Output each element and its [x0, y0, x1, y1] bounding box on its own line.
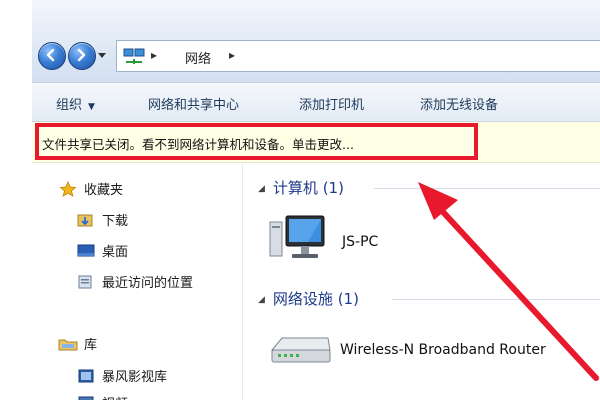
breadcrumb-network[interactable]: 网络 [185, 48, 211, 67]
explorer-window: ▸ 网络 ▸ 组织 ▼ 网络和共享中心 添加打印机 添加无线设备 文件共享已关闭。… [32, 0, 600, 400]
videos-folder-icon [78, 396, 94, 400]
device-item-computer[interactable]: JS-PC [268, 212, 378, 272]
sidebar-item-favorites[interactable]: 收藏夹 [58, 179, 123, 198]
star-icon [59, 181, 77, 197]
recent-places-icon [78, 275, 92, 289]
downloads-folder-icon [77, 214, 93, 227]
library-folder-icon [58, 339, 78, 351]
network-icon [123, 48, 145, 64]
sidebar-item-label: 桌面 [102, 245, 129, 260]
arrow-left-icon [46, 48, 55, 62]
command-toolbar: 组织 ▼ 网络和共享中心 添加打印机 添加无线设备 [32, 83, 600, 122]
forward-button[interactable] [68, 42, 96, 70]
sidebar-item-label: 收藏夹 [84, 183, 124, 198]
group-header-label: 计算机 (1) [272, 179, 344, 197]
group-header-label: 网络设施 (1) [272, 290, 359, 308]
video-library-icon [78, 369, 94, 383]
sidebar-item-libraries[interactable]: 库 [58, 334, 97, 353]
title-bar: ▸ 网络 ▸ [32, 0, 600, 83]
collapse-triangle-icon[interactable]: ◢ [258, 295, 265, 305]
breadcrumb-separator-icon[interactable]: ▸ [229, 48, 235, 62]
network-center-button[interactable]: 网络和共享中心 [148, 94, 239, 113]
sidebar-item-desktop[interactable]: 桌面 [76, 241, 128, 260]
sidebar-item-label: 下载 [102, 214, 129, 229]
device-label: JS-PC [342, 234, 379, 250]
collapse-triangle-icon[interactable]: ◢ [258, 184, 265, 194]
sidebar-item-label: 库 [84, 338, 98, 353]
group-divider [374, 188, 600, 189]
history-dropdown-icon[interactable] [98, 51, 106, 59]
navigation-pane: 收藏夹 下载 桌面 最近访问的位置 库 暴风影视库 [32, 163, 243, 400]
organize-menu[interactable]: 组织 ▼ [56, 94, 95, 113]
sidebar-item-recent-places[interactable]: 最近访问的位置 [76, 272, 193, 291]
sidebar-item-baofeng-video-library[interactable]: 暴风影视库 [76, 366, 167, 385]
device-label: Wireless-N Broadband Router [340, 342, 546, 358]
breadcrumb-separator-icon[interactable]: ▸ [151, 48, 157, 62]
sidebar-item-label: 暴风影视库 [102, 370, 168, 385]
back-button[interactable] [38, 42, 66, 70]
sidebar-item-downloads[interactable]: 下载 [76, 210, 128, 229]
group-header-computers[interactable]: ◢ 计算机 (1) [258, 177, 344, 198]
device-item-router[interactable]: Wireless-N Broadband Router [268, 330, 546, 374]
computer-icon [269, 215, 325, 258]
desktop-icon [77, 244, 95, 257]
chevron-down-icon: ▼ [88, 102, 95, 112]
address-bar[interactable]: ▸ 网络 ▸ [116, 40, 600, 72]
sidebar-item-videos[interactable]: 视频 [76, 393, 128, 400]
add-wireless-device-button[interactable]: 添加无线设备 [420, 94, 498, 113]
add-printer-button[interactable]: 添加打印机 [299, 94, 364, 113]
sidebar-item-label: 最近访问的位置 [102, 276, 194, 291]
router-icon [270, 337, 331, 363]
group-divider [392, 299, 600, 300]
group-header-network-infrastructure[interactable]: ◢ 网络设施 (1) [258, 288, 359, 309]
organize-label: 组织 [56, 98, 83, 113]
arrow-right-icon [77, 48, 86, 62]
annotation-highlight-box [35, 123, 478, 160]
